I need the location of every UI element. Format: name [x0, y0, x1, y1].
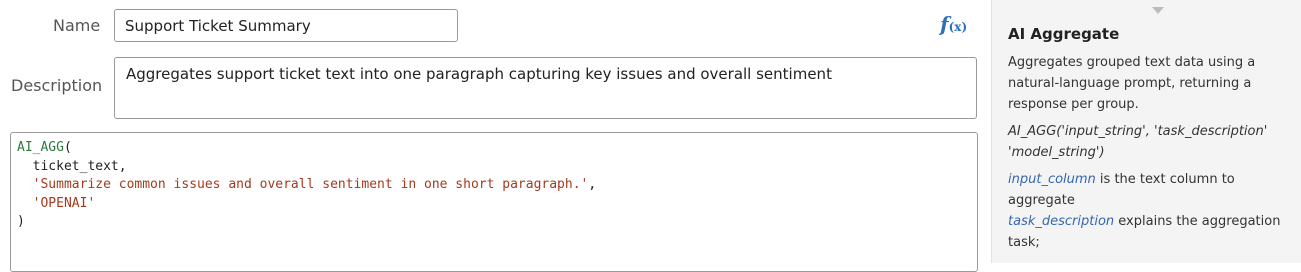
name-label: Name	[53, 16, 101, 35]
description-label: Description	[11, 76, 103, 95]
code-line: AI_AGG(	[17, 139, 971, 158]
help-title: AI Aggregate	[1008, 25, 1120, 43]
code-punctuation: ,	[588, 177, 597, 192]
code-punctuation: )	[17, 214, 25, 229]
param-name: input_column	[1008, 172, 1096, 187]
code-string: 'OPENAI'	[32, 195, 96, 211]
code-punctuation: ,	[118, 158, 127, 174]
help-description: Aggregates grouped text data using a nat…	[1008, 55, 1256, 112]
help-signature: AI_AGG('input_string', 'task_description…	[1008, 124, 1268, 160]
code-line: 'OPENAI'	[17, 195, 971, 214]
function-icon[interactable]: f(x)	[940, 12, 967, 36]
function-suffix: (x)	[948, 20, 968, 34]
code-line: ticket_text,	[17, 158, 971, 177]
code-punctuation: (	[63, 140, 72, 155]
code-line: 'Summarize common issues and overall sen…	[17, 176, 971, 195]
collapse-caret-icon[interactable]	[1152, 7, 1164, 14]
code-line: )	[17, 213, 971, 232]
help-body: Aggregates grouped text data using a nat…	[1008, 52, 1296, 259]
name-input[interactable]: Support Ticket Summary	[114, 9, 458, 42]
help-param-task: task_description explains the aggregatio…	[1008, 211, 1296, 253]
help-panel: AI Aggregate Aggregates grouped text dat…	[992, 0, 1301, 263]
code-identifier: ticket_text	[32, 158, 119, 174]
help-param-input: input_column is the text column to aggre…	[1008, 169, 1296, 211]
param-name: task_description	[1008, 214, 1115, 229]
description-textarea[interactable]: Aggregates support ticket text into one …	[114, 57, 977, 119]
function-symbol: f	[940, 12, 949, 36]
code-function: AI_AGG	[17, 140, 64, 155]
code-string: 'Summarize common issues and overall sen…	[32, 177, 589, 192]
formula-editor[interactable]: AI_AGG( ticket_text, 'Summarize common i…	[10, 132, 978, 272]
